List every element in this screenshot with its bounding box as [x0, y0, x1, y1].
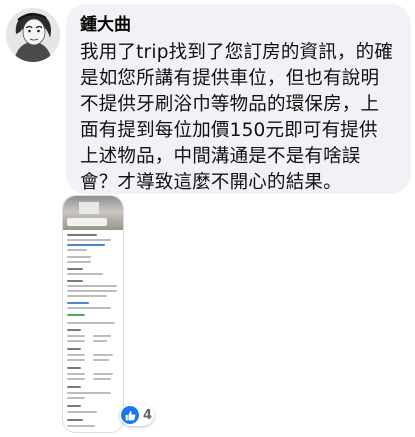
thumb-text-line [67, 285, 117, 287]
thumb-text-line [67, 397, 85, 399]
thumb-text-line [67, 348, 81, 350]
comment-text-line: 面有提到每位加價150元即可有提供 [80, 120, 378, 141]
thumb-text-line [67, 280, 83, 282]
comment-text-line: 我用了trip找到了您訂房的資訊，的確 [80, 42, 394, 63]
thumb-text-line [67, 329, 81, 331]
room-bed-shape [67, 218, 107, 226]
thumb-text-line [67, 378, 85, 380]
thumb-text-line [67, 239, 111, 241]
thumb-text-line [67, 386, 81, 388]
thumb-text-line [93, 340, 107, 342]
thumb-text-line [67, 302, 89, 304]
comment-bubble: 鍾大曲 我用了trip找到了您訂房的資訊，的確 是如您所講有提供車位，但也有說明… [66, 4, 411, 194]
thumb-text-line [67, 314, 85, 316]
thumb-text-line [67, 307, 111, 309]
thumb-text-line [67, 244, 105, 246]
thumb-text-line [67, 295, 107, 297]
thumb-text-line [93, 354, 113, 356]
comment-author-name[interactable]: 鍾大曲 [80, 14, 399, 36]
commenter-avatar[interactable] [6, 8, 60, 62]
thumb-text-line [93, 373, 113, 375]
thumb-text-line [67, 354, 85, 356]
thumb-text-line [67, 405, 81, 407]
thumb-text-line [67, 249, 87, 251]
thumb-text-line [93, 378, 111, 380]
thumb-text-line [67, 268, 83, 270]
comment-text-line: 是如您所講有提供車位，但也有說明 [80, 68, 380, 89]
thumb-text-line [67, 273, 103, 275]
thumb-text-line [93, 335, 111, 337]
thumb-text-line [67, 234, 97, 236]
reaction-count: 4 [143, 407, 153, 423]
thumb-text-line [67, 367, 81, 369]
thumb-text-line [67, 340, 85, 342]
thumb-text-line [67, 419, 83, 421]
thumb-text-line [67, 335, 85, 337]
thumb-text-line [67, 392, 111, 394]
user-avatar-sketch-icon [6, 8, 60, 62]
comment-text-line: 不提供牙刷浴巾等物品的環保房，上 [80, 94, 380, 115]
thumb-text-line [67, 256, 91, 258]
thumb-text-line [67, 359, 85, 361]
comment-text-line: 會？才導致這麼不開心的結果。 [80, 172, 342, 193]
room-window-shape [79, 202, 99, 214]
reaction-summary[interactable]: 4 [120, 404, 154, 426]
thumb-text-line [67, 425, 95, 427]
booking-screenshot-thumbnail [63, 196, 123, 230]
like-icon [121, 406, 139, 424]
thumb-text-line [67, 373, 85, 375]
comment-text-line: 上述物品，中間溝通是不是有啥誤 [80, 146, 361, 167]
thumb-text-line [93, 359, 109, 361]
thumb-text-line [67, 290, 117, 292]
thumb-text-line [67, 322, 115, 324]
thumb-text-line [67, 411, 97, 413]
thumb-text-line [67, 261, 91, 263]
comment-image-attachment[interactable] [62, 195, 124, 433]
